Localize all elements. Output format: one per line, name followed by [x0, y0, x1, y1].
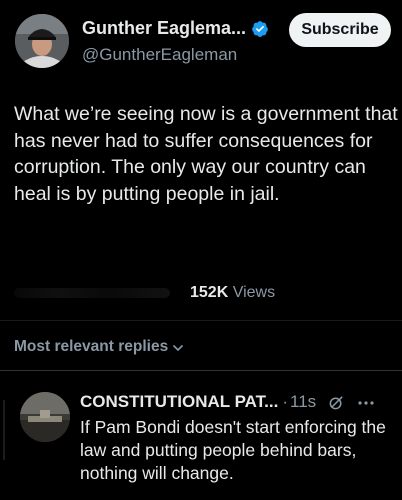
author-name[interactable]: Gunther Eaglema...	[82, 18, 246, 39]
tweet-detail-page: Gunther Eaglema... @GuntherEagleman Subs…	[0, 0, 402, 500]
verified-badge-icon	[251, 20, 269, 38]
author-handle[interactable]: @GuntherEagleman	[82, 45, 237, 65]
post-timestamp-faded	[14, 288, 170, 298]
author-avatar-image	[15, 14, 69, 68]
reply-header: CONSTITUTIONAL PAT... · 11s	[80, 392, 375, 412]
author-avatar[interactable]	[15, 14, 69, 68]
reply-avatar[interactable]	[20, 392, 70, 442]
views-counter[interactable]: 152K Views	[190, 284, 275, 302]
reply-text: If Pam Bondi doesn't start enforcing the…	[80, 417, 386, 483]
post-text: What we’re seeing now is a government th…	[14, 103, 398, 205]
replies-sort-dropdown[interactable]: Most relevant replies	[14, 338, 184, 356]
thread-line	[3, 400, 5, 460]
chevron-down-icon	[172, 341, 184, 353]
replies-sort-label: Most relevant replies	[14, 338, 169, 355]
more-icon[interactable]	[357, 393, 375, 411]
author-name-row[interactable]: Gunther Eaglema...	[82, 18, 269, 39]
reply-separator: ·	[282, 392, 289, 411]
grok-icon[interactable]	[328, 394, 345, 411]
reply-item[interactable]: CONSTITUTIONAL PAT... · 11s If Pam Bondi…	[0, 380, 402, 500]
subscribe-button[interactable]: Subscribe	[289, 13, 391, 47]
views-label: Views	[232, 284, 276, 301]
post-meta: 152K Views	[14, 283, 394, 303]
reply-avatar-image	[20, 392, 70, 442]
views-count: 152K	[190, 284, 229, 301]
reply-time[interactable]: 11s	[290, 392, 316, 412]
reply-author-name[interactable]: CONSTITUTIONAL PAT...	[80, 392, 278, 412]
divider	[0, 370, 402, 371]
post-header: Gunther Eaglema... @GuntherEagleman Subs…	[0, 0, 402, 80]
divider	[0, 320, 402, 321]
